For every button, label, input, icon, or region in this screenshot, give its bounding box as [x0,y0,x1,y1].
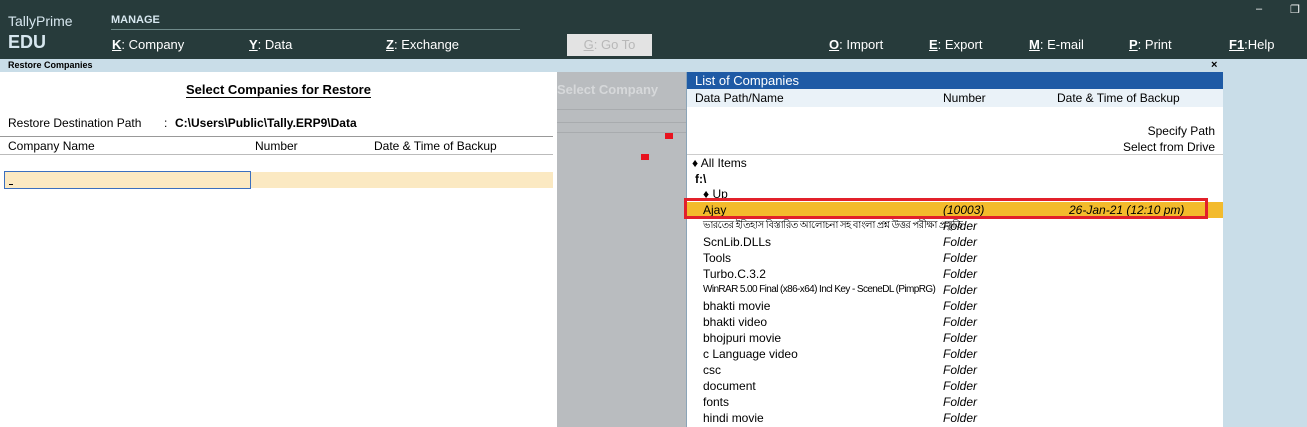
divider [687,154,1223,155]
email-button[interactable]: M: E-mail [1029,37,1084,52]
list-of-companies-panel: List of Companies Data Path/Name Number … [686,72,1224,427]
list-item[interactable]: document Folder [687,378,1223,394]
divider [557,109,686,110]
destination-path-value[interactable]: C:\Users\Public\Tally.ERP9\Data [175,116,357,130]
brand-name: TallyPrime [8,13,73,29]
manage-label: MANAGE [111,14,160,26]
destination-path-label: Restore Destination Path [8,116,142,130]
column-backup-date: Date & Time of Backup [1057,91,1180,105]
diamond-icon: ♦ [692,156,699,170]
list-item[interactable]: Turbo.C.3.2 Folder [687,266,1223,282]
data-menu-button[interactable]: Y: Data [249,37,292,52]
top-bar: TallyPrime EDU MANAGE K: Company Y: Data… [0,0,1307,59]
specify-path-option[interactable]: Specify Path [1148,124,1215,138]
column-data-path: Data Path/Name [695,91,784,105]
list-item[interactable]: ScnLib.DLLs Folder [687,234,1223,250]
brand-edition: EDU [8,32,47,52]
column-number: Number [943,91,986,105]
company-menu-button[interactable]: K: Company [112,37,184,52]
restore-window-icon[interactable]: ❐ [1290,3,1300,16]
minimize-icon[interactable]: – [1256,3,1262,15]
list-item[interactable]: bhojpuri movie Folder [687,330,1223,346]
column-number: Number [255,139,298,153]
divider [557,122,686,123]
select-company-heading: Select Company [557,82,659,97]
divider [0,136,553,137]
all-items-item[interactable]: ♦ All Items [692,156,747,170]
import-button[interactable]: O: Import [829,37,883,52]
print-button[interactable]: P: Print [1129,37,1172,52]
restore-heading: Select Companies for Restore [186,82,371,98]
column-backup-date: Date & Time of Backup [374,139,497,153]
manage-divider [111,29,520,30]
exchange-menu-button[interactable]: Z: Exchange [386,37,459,52]
list-item[interactable]: fonts Folder [687,394,1223,410]
column-company-name: Company Name [8,139,95,153]
company-name-input[interactable] [4,171,251,189]
list-item[interactable]: bhakti video Folder [687,314,1223,330]
text-cursor [9,184,13,185]
destination-path-separator: : [164,116,168,130]
window-titlebar: Restore Companies [0,59,1307,72]
selection-highlight-box [684,198,1208,219]
list-item[interactable]: Tools Folder [687,250,1223,266]
list-item[interactable]: WinRAR 5.00 Final (x86-x64) Incl Key - S… [687,282,1223,298]
red-marker [665,133,673,139]
list-title: List of Companies [687,72,1223,89]
goto-button[interactable]: G: Go To [567,34,652,56]
drive-label: f:\ [695,172,707,186]
red-marker [641,154,649,160]
help-button[interactable]: F1:Help [1229,37,1275,52]
list-item[interactable]: csc Folder [687,362,1223,378]
close-icon[interactable]: × [1211,59,1217,72]
window-title: Restore Companies [8,60,93,70]
right-side-strip [1223,72,1307,427]
export-button[interactable]: E: Export [929,37,983,52]
list-item[interactable]: hindi movie Folder [687,410,1223,426]
list-column-header: Data Path/Name Number Date & Time of Bac… [687,89,1223,107]
select-company-backdrop: Select Company [557,72,686,427]
list-item[interactable]: ভারতের ইতিহাস বিস্তারিত আলোচনা সহ বাংলা … [687,218,1223,234]
list-item[interactable]: bhakti movie Folder [687,298,1223,314]
restore-form-panel: Select Companies for Restore Restore Des… [0,72,557,427]
list-item[interactable]: c Language video Folder [687,346,1223,362]
divider [0,154,553,155]
select-drive-option[interactable]: Select from Drive [1123,140,1215,154]
